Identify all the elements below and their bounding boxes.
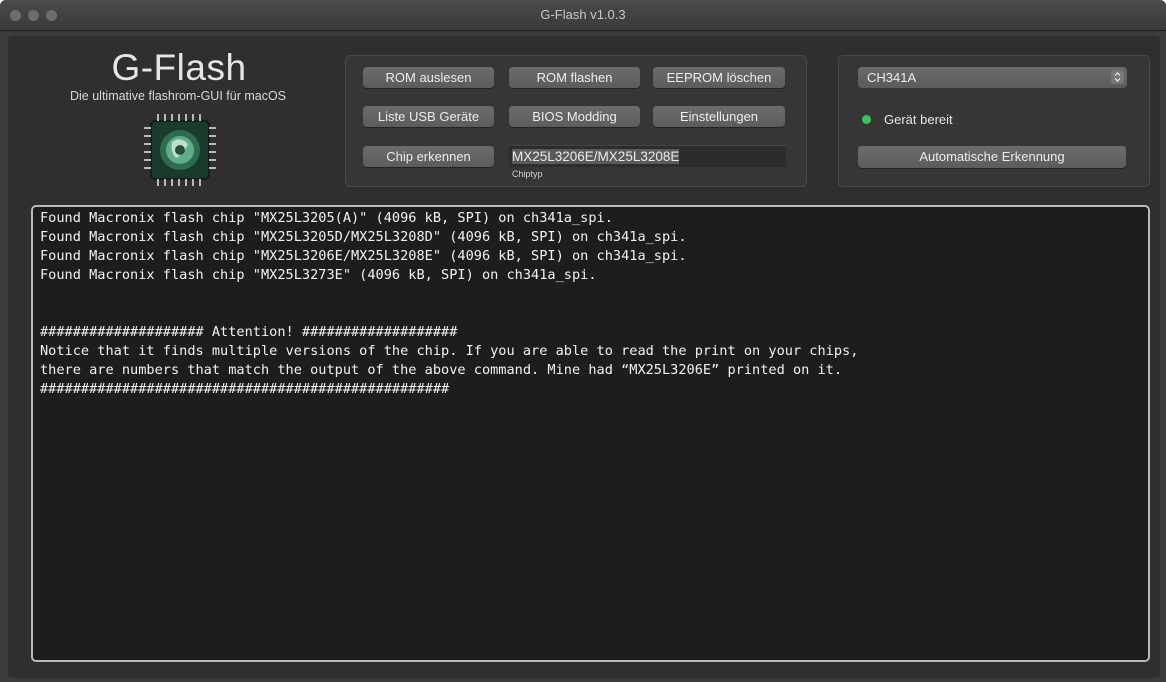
title-bar: G-Flash v1.0.3	[0, 0, 1166, 31]
chip-logo-icon	[144, 114, 216, 186]
programmer-select[interactable]: CH341A	[858, 67, 1127, 88]
updown-chevron-icon	[1111, 70, 1124, 84]
erase-eeprom-button[interactable]: EEPROM löschen	[653, 67, 785, 88]
status-indicator	[862, 115, 871, 124]
console-line: Found Macronix flash chip "MX25L3273E" (…	[40, 267, 597, 283]
settings-button[interactable]: Einstellungen	[653, 106, 785, 127]
chip-type-label: Chiptyp	[512, 169, 543, 179]
console-line: Notice that it finds multiple versions o…	[40, 343, 859, 359]
app-name: G-Flash	[111, 47, 247, 88]
window-title: G-Flash v1.0.3	[540, 7, 626, 22]
console-line: ########################################…	[40, 381, 450, 397]
read-rom-button[interactable]: ROM auslesen	[363, 67, 494, 88]
console-line: Found Macronix flash chip "MX25L3205D/MX…	[40, 229, 687, 245]
console-line: there are numbers that match the output …	[40, 362, 843, 378]
app-window: G-Flash v1.0.3 G-Flash Die ultimative fl…	[0, 0, 1166, 682]
chip-type-field[interactable]: MX25L3206E/MX25L3208E	[509, 145, 786, 167]
flash-rom-button[interactable]: ROM flashen	[509, 67, 640, 88]
console-line: #################### Attention! ########…	[40, 324, 458, 340]
console-line: Found Macronix flash chip "MX25L3205(A)"…	[40, 210, 613, 226]
bios-modding-button[interactable]: BIOS Modding	[509, 106, 640, 127]
programmer-select-value: CH341A	[867, 70, 917, 85]
auto-detect-button[interactable]: Automatische Erkennung	[858, 146, 1126, 168]
usb-devices-button[interactable]: Liste USB Geräte	[363, 106, 494, 127]
device-status: Gerät bereit	[884, 112, 953, 127]
chip-type-value: MX25L3206E/MX25L3208E	[512, 149, 680, 164]
console-line: Found Macronix flash chip "MX25L3206E/MX…	[40, 248, 687, 264]
app-subtitle: Die ultimative flashrom-GUI für macOS	[69, 89, 287, 103]
detect-chip-button[interactable]: Chip erkennen	[363, 146, 494, 167]
console-output[interactable]: Found Macronix flash chip "MX25L3205(A)"…	[31, 205, 1150, 662]
console-text: Found Macronix flash chip "MX25L3205(A)"…	[40, 209, 1142, 399]
